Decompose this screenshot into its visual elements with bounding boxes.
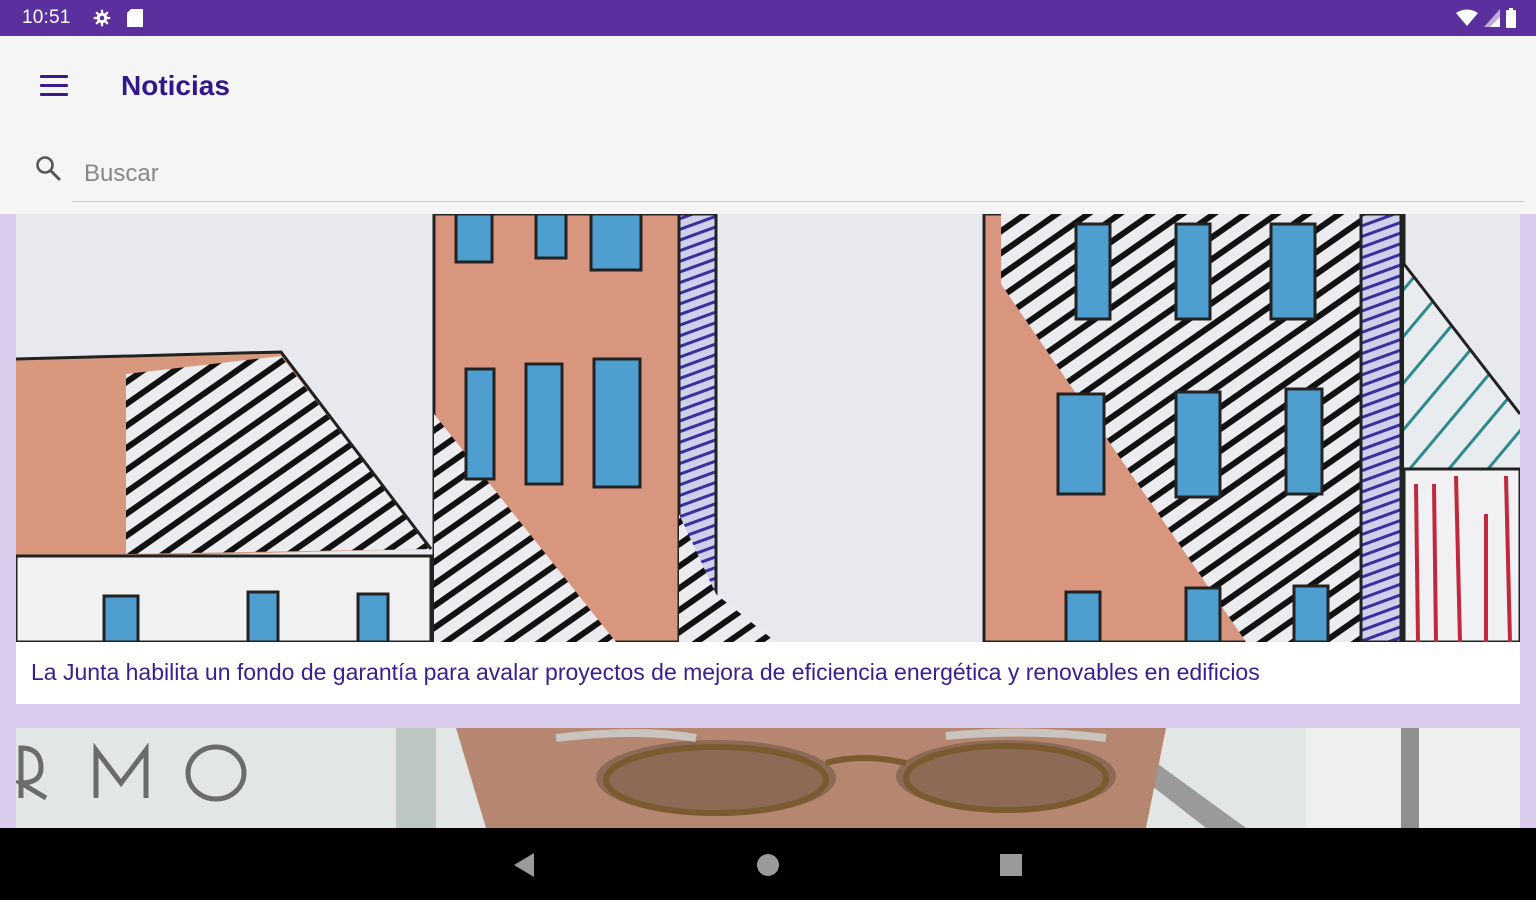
news-card[interactable]: La Junta habilita un fondo de garantía p… <box>16 214 1520 704</box>
status-bar: 10:51 <box>0 0 1536 36</box>
status-right-icons <box>1456 8 1516 28</box>
page-title: Noticias <box>121 70 230 101</box>
news-feed[interactable]: La Junta habilita un fondo de garantía p… <box>0 214 1536 828</box>
signal-icon <box>1484 9 1500 27</box>
news-title[interactable]: La Junta habilita un fondo de garantía p… <box>31 659 1511 686</box>
navigation-bar <box>0 828 1536 900</box>
battery-icon <box>1506 8 1516 28</box>
wifi-icon <box>1456 9 1478 26</box>
search-icon[interactable] <box>34 154 62 182</box>
recents-icon[interactable] <box>994 848 1028 882</box>
news-image <box>16 214 1520 642</box>
search-input[interactable] <box>72 146 1524 202</box>
news-card[interactable] <box>16 728 1520 828</box>
status-time: 10:51 <box>22 7 71 28</box>
home-icon[interactable] <box>751 848 785 882</box>
back-icon[interactable] <box>507 848 541 882</box>
sd-card-icon <box>127 9 143 27</box>
news-image <box>16 728 1520 828</box>
search-bar <box>0 132 1536 214</box>
app-bar: Noticias <box>0 36 1536 132</box>
settings-icon <box>93 9 111 27</box>
hamburger-menu-icon[interactable] <box>30 72 78 100</box>
